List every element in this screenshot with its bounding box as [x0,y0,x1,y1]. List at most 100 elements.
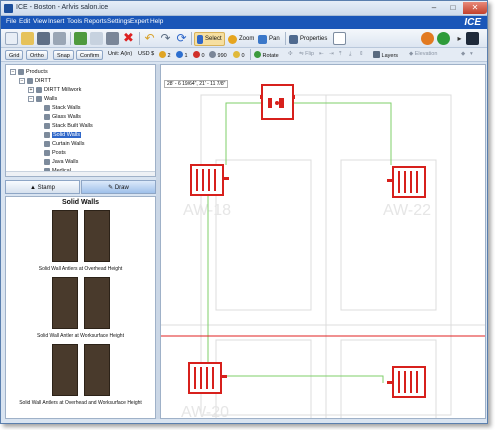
undo-icon[interactable]: ↶ [143,32,156,45]
menu-tools[interactable]: Tools [67,18,82,25]
power-fixture-left-lower[interactable] [188,362,227,394]
parts-counter[interactable]: 990 [209,51,227,59]
tree-item-glass-walls[interactable]: Glass Walls [44,112,81,121]
snap-toggle[interactable]: Snap [53,50,74,60]
tree-item-stack-walls[interactable]: Stack Walls [44,103,81,112]
properties-button[interactable]: Properties [289,32,327,46]
ortho-toggle[interactable]: Ortho [26,50,48,60]
menu-settings[interactable]: Settings [107,18,131,25]
refresh-icon[interactable]: ⟳ [175,32,188,45]
paste-icon[interactable] [106,32,119,45]
draw-tab[interactable]: ✎ Draw [81,180,156,194]
product-tree: − Products − DIRTT + DIRTT Millwork − Wa… [5,64,156,177]
gallery-item-overhead-worksurface[interactable] [52,344,110,396]
print-icon[interactable] [53,32,66,45]
collapse-toggle[interactable]: − [10,68,16,75]
menu-expert[interactable]: Expert [130,18,149,25]
align-right-icon[interactable]: ⇥ [329,51,334,57]
green-counter[interactable]: 0 [233,51,245,59]
select-tool-button[interactable]: Select [194,32,225,46]
copy-icon[interactable] [90,32,103,45]
menu-file[interactable]: File [6,18,16,25]
warnings-counter[interactable]: 2 [159,51,171,59]
pan-tool-button[interactable]: Pan [258,32,280,46]
close-button[interactable]: ✕ [463,2,487,14]
pan-icon [258,34,267,44]
wall-type-icon [44,113,50,120]
folder-icon [36,86,42,93]
align-top-icon[interactable]: ⤒ [339,51,341,58]
gallery-item-worksurface[interactable] [52,277,110,329]
power-fixture-left-upper[interactable] [190,164,229,196]
distribute-icon[interactable]: ⇕ [359,51,364,57]
tree-item-dirtt-millwork[interactable]: + DIRTT Millwork [28,85,81,94]
more-tools-button[interactable]: ▾ [470,51,473,57]
info-counter[interactable]: 1 [176,51,188,59]
tree-item-posts[interactable]: Posts [44,148,66,157]
collapse-toggle[interactable]: − [28,95,34,102]
diamond-button[interactable]: ◆ [461,51,465,57]
minimize-button[interactable]: – [425,2,443,14]
rotate-button[interactable]: Rotate [254,51,279,59]
tree-item-walls[interactable]: − Walls [28,94,57,103]
currency-indicator[interactable]: USD $ [138,51,154,57]
menu-reports[interactable]: Reports [84,18,107,25]
draw-label: Draw [114,185,129,191]
flip-button[interactable]: ⇋ Flip [299,51,314,57]
tree-item-products[interactable]: − Products [10,67,48,76]
power-fixture-top[interactable] [260,84,295,120]
connector-line[interactable] [225,102,261,165]
tree-item-stack-built-walls[interactable]: Stack Built Walls [44,121,93,130]
power-fixture-right-upper[interactable] [387,166,426,198]
gallery-item-overhead[interactable] [52,210,110,262]
menu-insert[interactable]: Insert [48,18,64,25]
green-status-icon[interactable] [437,32,450,45]
grid-toggle[interactable]: Grid [5,50,24,60]
drawing-canvas[interactable]: AW-18 AW-22 AW-20 28' - 6 19/64", 21' - … [160,64,486,419]
menu-bar: File Edit View Insert Tools Reports Sett… [1,16,487,29]
align-left-icon[interactable]: ⇤ [319,51,324,57]
align-bottom-icon[interactable]: ⤓ [349,51,351,58]
layers-label: Layers [381,53,399,59]
tree-horizontal-scrollbar[interactable] [6,171,155,176]
redo-icon[interactable]: ↷ [159,32,172,45]
menu-edit[interactable]: Edit [19,18,30,25]
unit-indicator[interactable]: Unit: A(in) [108,51,132,57]
confirm-toggle[interactable]: Confirm [76,50,104,60]
connector-line[interactable] [293,102,392,165]
zoom-tool-button[interactable]: Zoom [228,32,254,46]
properties-label: Properties [300,36,328,42]
flip-label: Flip [305,51,315,57]
connector-line[interactable] [221,375,384,383]
orange-status-icon[interactable] [421,32,434,45]
layers-button[interactable]: Layers [373,51,398,59]
tree-item-label: DIRTT Millwork [44,86,82,93]
dark-panel-icon[interactable] [466,32,479,45]
grid-view-icon[interactable] [333,32,346,45]
new-file-icon[interactable] [5,32,18,45]
tree-item-dirtt[interactable]: − DIRTT [19,76,51,85]
power-fixture-right-lower[interactable] [387,366,426,398]
floor-plan[interactable]: AW-18 AW-22 AW-20 [161,65,486,419]
chevron-right-icon[interactable]: ▸ [453,32,466,45]
tree-item-java-walls[interactable]: Java Walls [44,157,78,166]
maximize-button[interactable]: □ [444,2,462,14]
save-icon[interactable] [37,32,50,45]
errors-counter[interactable]: 0 [193,51,205,59]
move-icon-button[interactable]: ✣ [288,51,293,57]
tree-item-curtain-walls[interactable]: Curtain Walls [44,139,85,148]
elevation-button[interactable]: ◆ Elevation [409,51,437,57]
connector-lines [207,102,392,383]
expand-toggle[interactable]: + [28,86,34,93]
collapse-toggle[interactable]: − [19,77,25,84]
menu-help[interactable]: Help [150,18,163,25]
open-folder-icon[interactable] [21,32,34,45]
cut-icon[interactable] [74,32,87,45]
menu-view[interactable]: View [33,18,47,25]
stamp-tab[interactable]: ▲ Stamp [5,180,80,194]
parts-icon [209,51,216,58]
tree-item-label: Glass Walls [52,113,81,120]
delete-icon[interactable]: ✖ [122,31,135,45]
tree-item-solid-walls[interactable]: Solid Walls [44,130,81,139]
room-label: AW-20 [181,404,229,419]
